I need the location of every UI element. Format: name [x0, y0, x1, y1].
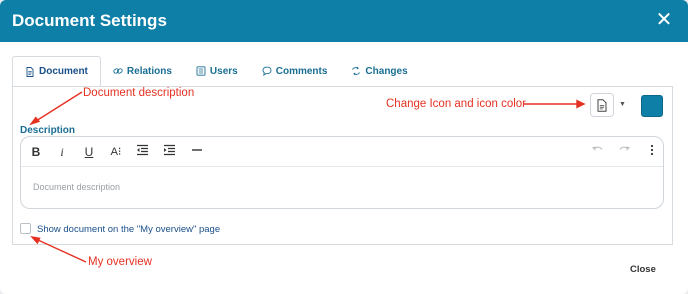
bold-icon[interactable]: B — [29, 144, 43, 160]
document-settings-dialog: Document Settings ✕ Document Relations U… — [0, 0, 688, 294]
indent-decrease-icon[interactable] — [135, 144, 149, 160]
annotation-document-description: Document description — [83, 87, 195, 99]
redo-icon[interactable] — [617, 144, 631, 160]
icon-color-swatch[interactable] — [641, 95, 663, 117]
tab-users[interactable]: Users — [184, 56, 250, 86]
tab-label: Relations — [126, 65, 172, 77]
description-input[interactable]: Document description — [33, 182, 333, 192]
icon-picker-button[interactable] — [590, 93, 614, 117]
underline-icon[interactable]: U — [82, 144, 96, 160]
tab-comments[interactable]: Comments — [250, 56, 340, 86]
tab-bar: Document Relations Users Comments Change… — [12, 56, 420, 87]
tab-document[interactable]: Document — [12, 56, 101, 87]
chevron-down-icon[interactable]: ▼ — [619, 101, 627, 109]
link-icon — [113, 68, 123, 74]
close-button[interactable]: Close — [630, 264, 656, 275]
undo-icon[interactable] — [590, 144, 604, 160]
tab-label: Users — [209, 65, 238, 77]
description-editor: B i U A⁝ Document description — [20, 136, 664, 209]
overview-checkbox[interactable] — [20, 223, 31, 234]
annotation-my-overview: My overview — [88, 256, 152, 268]
document-icon — [597, 98, 607, 112]
document-icon — [26, 66, 34, 77]
tab-label: Changes — [365, 65, 408, 77]
dialog-title: Document Settings — [12, 11, 167, 30]
tab-changes[interactable]: Changes — [339, 56, 419, 86]
font-size-icon[interactable]: A⁝ — [109, 144, 123, 160]
overview-checkbox-label[interactable]: Show document on the "My overview" page — [37, 224, 220, 235]
tab-label: Comments — [275, 65, 328, 77]
description-label: Description — [20, 125, 76, 136]
more-icon[interactable] — [645, 144, 659, 160]
horizontal-rule-icon[interactable] — [190, 144, 204, 160]
editor-toolbar: B i U A⁝ — [21, 137, 663, 167]
close-icon[interactable]: ✕ — [654, 10, 674, 30]
tab-label: Document — [39, 66, 88, 77]
changes-icon — [352, 66, 361, 76]
indent-increase-icon[interactable] — [162, 144, 176, 160]
tab-relations[interactable]: Relations — [101, 56, 184, 86]
users-list-icon — [196, 66, 206, 76]
italic-icon[interactable]: i — [55, 144, 69, 160]
comment-icon — [262, 66, 272, 76]
dialog-header: Document Settings ✕ — [0, 0, 688, 42]
annotation-change-icon: Change Icon and icon color — [386, 98, 527, 110]
